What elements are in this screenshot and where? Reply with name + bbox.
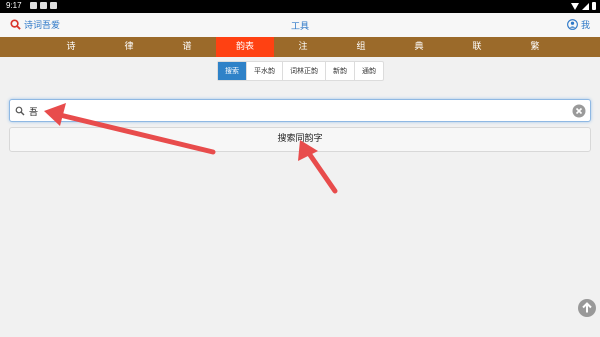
notification-icons (30, 2, 57, 9)
wifi-icon (571, 2, 579, 10)
page-title: 工具 (290, 22, 309, 32)
search-rhyme-button[interactable]: 搜索同韵字 (9, 127, 591, 152)
nav-item-shi[interactable]: 诗 (42, 37, 100, 57)
status-time: 9:17 (6, 1, 22, 10)
search-value: 吾 (29, 108, 39, 118)
subtab-pingshuiyun[interactable]: 平水韵 (247, 62, 283, 80)
nav-item-fan[interactable]: 繁 (506, 37, 564, 57)
nav-item-dian[interactable]: 典 (390, 37, 448, 57)
user-icon (567, 19, 578, 30)
nav-item-lv[interactable]: 律 (100, 37, 158, 57)
search-input[interactable]: 吾 (9, 99, 591, 122)
subtab-search[interactable]: 搜索 (218, 62, 247, 80)
subtab-cilinzhengyun[interactable]: 词林正韵 (283, 62, 326, 80)
status-bar: 9:17 (0, 0, 600, 13)
nav-item-yunbiao[interactable]: 韵表 (216, 37, 274, 57)
clear-icon[interactable] (572, 104, 586, 118)
system-icons (571, 2, 596, 10)
nav-item-zhu[interactable]: 注 (274, 37, 332, 57)
nav-item-zu[interactable]: 组 (332, 37, 390, 57)
me-button[interactable]: 我 (567, 18, 590, 31)
app-notification-icon (40, 2, 47, 9)
arrow-up-icon (582, 302, 592, 313)
nav-bar: 诗 律 谱 韵表 注 组 典 联 繁 (0, 37, 600, 57)
subtab-xinyun[interactable]: 新韵 (326, 62, 355, 80)
battery-icon (592, 2, 596, 10)
scroll-top-button[interactable] (578, 299, 596, 317)
subtab-tongyun[interactable]: 通韵 (355, 62, 383, 80)
me-label: 我 (580, 21, 590, 31)
nav-item-lian[interactable]: 联 (448, 37, 506, 57)
signal-icon (582, 2, 589, 10)
app-bar: 诗词吾爱 工具 我 (0, 13, 600, 37)
search-icon (15, 106, 25, 116)
subtab-group: 搜索 平水韵 词林正韵 新韵 通韵 (217, 61, 384, 81)
nav-item-pu[interactable]: 谱 (158, 37, 216, 57)
keyboard-notification-icon (50, 2, 57, 9)
image-notification-icon (30, 2, 37, 9)
